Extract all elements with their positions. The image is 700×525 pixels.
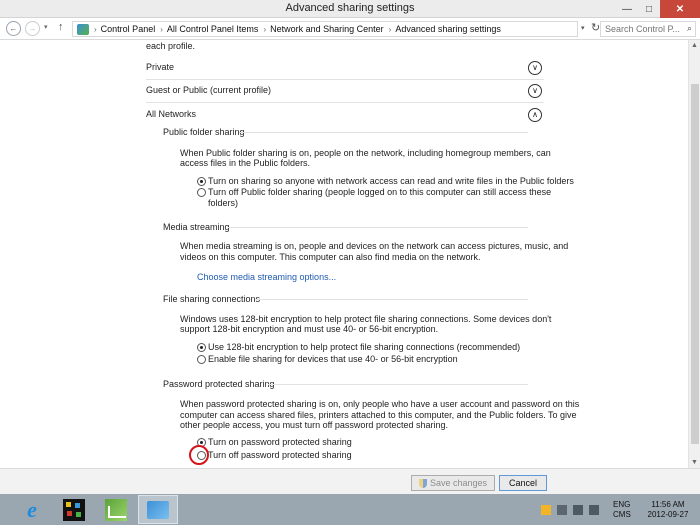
password-desc-line3: other people access, you must turn off p… (180, 420, 448, 430)
address-dropdown-icon[interactable]: ▾ (581, 24, 585, 32)
chevron-right-icon[interactable]: › (94, 25, 97, 34)
address-bar: ← → ▾ ↑ › Control Panel › All Control Pa… (0, 18, 700, 40)
action-center-icon[interactable] (557, 504, 567, 515)
breadcrumb[interactable]: › Control Panel › All Control Panel Item… (72, 21, 578, 37)
close-button[interactable]: ✕ (660, 0, 700, 18)
divider (255, 299, 528, 300)
taskbar-app-puzzle[interactable] (56, 495, 92, 524)
password-off-label[interactable]: Turn off password protected sharing (208, 450, 352, 461)
shield-icon (418, 478, 427, 488)
language-line2: CMS (613, 510, 631, 519)
divider (146, 79, 544, 80)
media-desc-line2: videos on this computer. This computer c… (180, 252, 481, 262)
chevron-right-icon[interactable]: › (160, 25, 163, 34)
public-folder-off-label-line2[interactable]: folders) (208, 198, 238, 209)
encryption-128-radio[interactable] (197, 343, 206, 352)
encryption-40-label[interactable]: Enable file sharing for devices that use… (208, 354, 458, 365)
taskbar-app-chart[interactable] (98, 495, 134, 524)
window-title: Advanced sharing settings (285, 2, 415, 14)
public-folder-on-radio[interactable] (197, 177, 206, 186)
save-changes-button[interactable]: Save changes (411, 475, 495, 491)
taskbar-control-panel[interactable] (138, 495, 178, 524)
search-input[interactable] (601, 22, 681, 36)
recent-locations-icon[interactable]: ▾ (44, 23, 48, 31)
language-indicator[interactable]: ENG CMS (613, 500, 631, 520)
public-folder-off-radio[interactable] (197, 188, 206, 197)
media-streaming-options-link[interactable]: Choose media streaming options... (197, 272, 336, 282)
system-tray (541, 494, 599, 525)
scroll-up-arrow-icon[interactable]: ▲ (691, 42, 698, 49)
public-folder-on-label[interactable]: Turn on sharing so anyone with network a… (208, 176, 574, 187)
breadcrumb-all-items[interactable]: All Control Panel Items (167, 24, 259, 34)
puzzle-icon (63, 498, 85, 521)
collapse-all-networks-chevron-up-icon[interactable]: ∧ (528, 108, 542, 122)
title-bar: Advanced sharing settings — □ ✕ (0, 0, 700, 18)
highlight-circle (189, 445, 209, 465)
divider (228, 227, 528, 228)
file-sharing-desc-line2: support 128-bit encryption and must use … (180, 324, 439, 334)
expand-private-chevron-down-icon[interactable]: ∨ (528, 61, 542, 75)
breadcrumb-advanced-sharing[interactable]: Advanced sharing settings (395, 24, 501, 34)
maximize-button[interactable]: □ (638, 0, 660, 18)
settings-content: each profile. Private ∨ Guest or Public … (0, 40, 688, 468)
chevron-right-icon[interactable]: › (389, 25, 392, 34)
taskbar: e ENG CMS 11:56 AM 2012-09-27 (0, 494, 700, 525)
internet-explorer-icon: e (27, 496, 37, 522)
profile-private-label[interactable]: Private (146, 62, 174, 72)
profile-all-networks-label[interactable]: All Networks (146, 109, 196, 119)
intro-text: each profile. (146, 41, 196, 51)
breadcrumb-network-center[interactable]: Network and Sharing Center (270, 24, 384, 34)
media-desc-line1: When media streaming is on, people and d… (180, 241, 569, 251)
chart-app-icon (105, 498, 127, 521)
forward-button[interactable]: → (25, 21, 40, 36)
window-controls: — □ ✕ (616, 0, 700, 18)
cancel-button[interactable]: Cancel (499, 475, 547, 491)
public-folder-desc-line2: access files in the Public folders. (180, 158, 311, 168)
scroll-down-arrow-icon[interactable]: ▼ (691, 459, 698, 466)
encryption-128-label[interactable]: Use 128-bit encryption to help protect f… (208, 342, 520, 353)
divider (239, 132, 528, 133)
clock[interactable]: 11:56 AM 2012-09-27 (640, 500, 696, 520)
network-icon[interactable] (573, 504, 583, 515)
refresh-icon[interactable]: ↻ (591, 21, 600, 34)
password-sharing-heading: Password protected sharing (163, 379, 275, 389)
button-bar: Save changes Cancel (0, 468, 700, 494)
flag-icon[interactable] (541, 504, 551, 515)
control-panel-icon (147, 500, 169, 519)
minimize-button[interactable]: — (616, 0, 638, 18)
language-line1: ENG (613, 500, 631, 509)
taskbar-internet-explorer[interactable]: e (14, 495, 50, 524)
save-changes-label: Save changes (429, 478, 488, 488)
profile-guest-label[interactable]: Guest or Public (current profile) (146, 85, 271, 95)
breadcrumb-control-panel[interactable]: Control Panel (101, 24, 156, 34)
control-panel-icon (77, 23, 89, 35)
volume-icon[interactable] (589, 504, 599, 515)
search-box[interactable]: ⌕ (600, 21, 696, 37)
divider (146, 102, 544, 103)
expand-guest-chevron-down-icon[interactable]: ∨ (528, 84, 542, 98)
password-desc-line1: When password protected sharing is on, o… (180, 399, 580, 409)
file-sharing-heading: File sharing connections (163, 294, 261, 304)
scroll-thumb[interactable] (691, 84, 699, 444)
back-button[interactable]: ← (6, 21, 21, 36)
chevron-right-icon[interactable]: › (263, 25, 266, 34)
search-icon[interactable]: ⌕ (687, 23, 692, 34)
public-folder-heading: Public folder sharing (163, 127, 245, 137)
media-streaming-heading: Media streaming (163, 222, 230, 232)
vertical-scrollbar[interactable]: ▲ ▼ (688, 40, 700, 468)
clock-date: 2012-09-27 (647, 510, 689, 519)
up-button[interactable]: ↑ (58, 21, 64, 33)
encryption-40-radio[interactable] (197, 355, 206, 364)
clock-time: 11:56 AM (651, 500, 685, 509)
divider (268, 384, 528, 385)
public-folder-off-label-line1[interactable]: Turn off Public folder sharing (people l… (208, 187, 551, 198)
password-on-label[interactable]: Turn on password protected sharing (208, 437, 352, 448)
